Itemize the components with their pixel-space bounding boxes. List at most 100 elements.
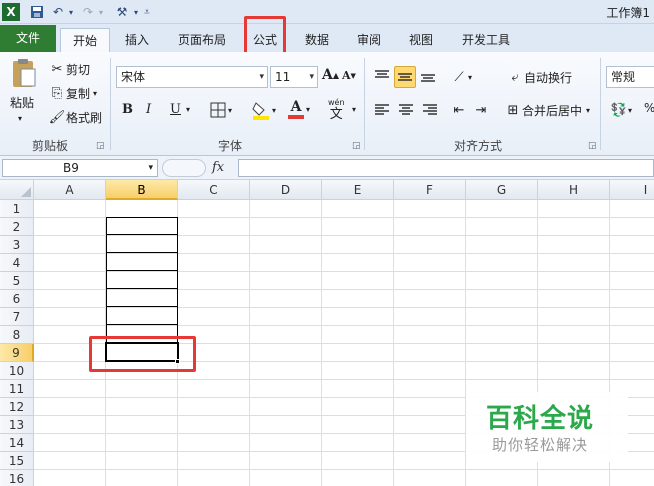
tab-file[interactable]: 文件: [0, 25, 56, 52]
column-header[interactable]: F: [394, 180, 466, 200]
column-header-selected[interactable]: B: [106, 180, 178, 200]
bordered-cell[interactable]: [106, 217, 178, 235]
shrink-font-icon: ▼: [350, 71, 356, 80]
row-header[interactable]: 14: [0, 434, 34, 452]
column-header[interactable]: D: [250, 180, 322, 200]
row-header[interactable]: 5: [0, 272, 34, 290]
number-format-combo[interactable]: 常规: [606, 66, 654, 88]
percent-button[interactable]: %: [644, 101, 654, 115]
tab-review[interactable]: 审阅: [350, 28, 388, 52]
align-right-button[interactable]: [420, 100, 440, 120]
insert-function-button[interactable]: fx: [212, 160, 224, 175]
redo-dropdown-icon[interactable]: ▾: [96, 3, 106, 21]
shrink-font-button[interactable]: A ▼: [342, 69, 356, 82]
bordered-cell[interactable]: [106, 253, 178, 271]
ribbon: 粘贴 ▾ ✂ 剪切 ⎘ 复制 ▾ 🖌 格式刷 剪贴板 ◲ 宋体 ▾ 11 ▾ A ▲ A ▼…: [0, 52, 654, 156]
bordered-cell[interactable]: [106, 271, 178, 289]
customize-quick-access-icon[interactable]: ⩡: [142, 3, 152, 21]
wrap-text-button[interactable]: ⤶ 自动换行: [506, 68, 572, 86]
formula-bar-resize-handle[interactable]: [162, 159, 206, 177]
increase-indent-button[interactable]: ⇥: [472, 101, 490, 119]
row-header-selected[interactable]: 9: [0, 344, 34, 362]
column-header[interactable]: H: [538, 180, 610, 200]
row-header[interactable]: 13: [0, 416, 34, 434]
align-middle-button[interactable]: [394, 66, 416, 88]
cut-button[interactable]: ✂ 剪切: [48, 60, 90, 78]
format-painter-button[interactable]: 🖌 格式刷: [48, 108, 102, 126]
row-header[interactable]: 11: [0, 380, 34, 398]
row-header[interactable]: 15: [0, 452, 34, 470]
underline-dropdown-icon[interactable]: ▾: [186, 105, 190, 114]
select-all-corner[interactable]: [0, 180, 34, 200]
font-size-combo[interactable]: 11 ▾: [270, 66, 318, 88]
row-header[interactable]: 2: [0, 218, 34, 236]
row-header[interactable]: 4: [0, 254, 34, 272]
align-center-button[interactable]: [396, 100, 416, 120]
grow-font-icon: ▲: [332, 70, 340, 80]
column-header[interactable]: G: [466, 180, 538, 200]
undo-icon[interactable]: ↶: [50, 3, 66, 21]
copy-dropdown-icon[interactable]: ▾: [93, 89, 97, 98]
format-painter-label: 格式刷: [66, 110, 103, 125]
row-header[interactable]: 16: [0, 470, 34, 486]
column-header[interactable]: C: [178, 180, 250, 200]
row-header[interactable]: 3: [0, 236, 34, 254]
paste-dropdown-icon[interactable]: ▾: [18, 114, 22, 123]
bordered-cell[interactable]: [106, 307, 178, 325]
formula-input[interactable]: [238, 159, 654, 177]
borders-button[interactable]: ▾: [210, 102, 232, 118]
tools-icon[interactable]: ⚒: [112, 3, 132, 21]
font-color-button[interactable]: A: [288, 100, 304, 119]
tab-home[interactable]: 开始: [60, 28, 110, 53]
alignment-launcher-icon[interactable]: ◲: [588, 141, 597, 151]
font-name-combo[interactable]: 宋体 ▾: [116, 66, 268, 88]
fill-color-button[interactable]: ▾: [252, 100, 276, 120]
align-left-button[interactable]: [372, 100, 392, 120]
paste-icon[interactable]: [8, 56, 40, 90]
row-header[interactable]: 6: [0, 290, 34, 308]
undo-dropdown-icon[interactable]: ▾: [66, 3, 76, 21]
tab-data[interactable]: 数据: [298, 28, 336, 52]
copy-button[interactable]: ⎘ 复制 ▾: [48, 84, 97, 102]
underline-button[interactable]: U: [170, 102, 181, 117]
font-launcher-icon[interactable]: ◲: [352, 141, 361, 151]
font-color-dropdown-icon[interactable]: ▾: [306, 105, 310, 114]
save-icon[interactable]: [28, 3, 46, 21]
phonetic-button[interactable]: wén 文: [328, 98, 345, 122]
decrease-indent-button[interactable]: ⇤: [450, 101, 468, 119]
column-header[interactable]: I: [610, 180, 654, 200]
phonetic-dropdown-icon[interactable]: ▾: [352, 105, 356, 114]
tab-view[interactable]: 视图: [402, 28, 440, 52]
row-header[interactable]: 8: [0, 326, 34, 344]
bordered-cell[interactable]: [106, 289, 178, 307]
bold-button[interactable]: B: [122, 102, 133, 117]
accounting-format-button[interactable]: 💱 ▾: [610, 101, 632, 119]
row-header[interactable]: 7: [0, 308, 34, 326]
column-header[interactable]: E: [322, 180, 394, 200]
orientation-button[interactable]: ⟋ ▾: [450, 68, 472, 86]
chevron-down-icon: ▾: [468, 72, 473, 82]
tools-dropdown-icon[interactable]: ▾: [132, 3, 140, 21]
clipboard-launcher-icon[interactable]: ◲: [96, 141, 105, 151]
font-size-value: 11: [275, 70, 291, 84]
row-header[interactable]: 10: [0, 362, 34, 380]
tab-developer[interactable]: 开发工具: [454, 28, 518, 52]
tab-page-layout[interactable]: 页面布局: [170, 28, 234, 52]
column-header[interactable]: A: [34, 180, 106, 200]
paste-button[interactable]: 粘贴: [10, 94, 34, 111]
font-name-value: 宋体: [121, 70, 146, 84]
row-header[interactable]: 12: [0, 398, 34, 416]
tab-insert[interactable]: 插入: [118, 28, 156, 52]
italic-button[interactable]: I: [146, 102, 151, 117]
decrease-indent-icon: ⇤: [453, 102, 465, 118]
align-bottom-button[interactable]: [418, 66, 438, 86]
redo-icon[interactable]: ↷: [80, 3, 96, 21]
grow-font-button[interactable]: A ▲: [322, 67, 339, 83]
chevron-down-icon: ▾: [309, 72, 314, 82]
chevron-down-icon: ▾: [148, 163, 153, 173]
name-box[interactable]: B9 ▾: [2, 159, 158, 177]
row-header[interactable]: 1: [0, 200, 34, 218]
bordered-cell[interactable]: [106, 235, 178, 253]
merge-center-button[interactable]: ⊞ 合并后居中 ▾: [504, 101, 590, 119]
align-top-button[interactable]: [372, 66, 392, 86]
